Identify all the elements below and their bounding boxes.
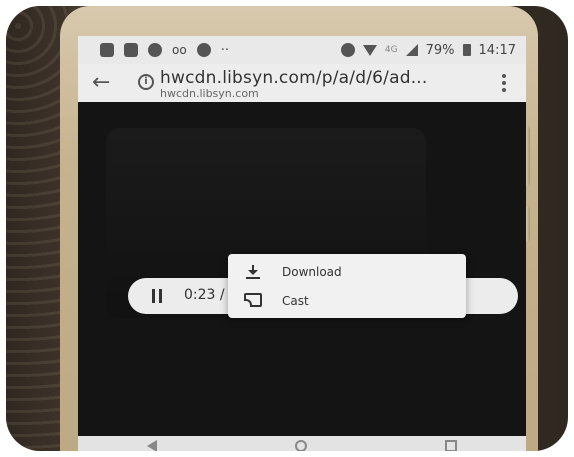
battery-icon	[462, 44, 471, 56]
download-icon	[246, 265, 260, 279]
browser-url-bar: ← i hwcdn.libsyn.com/p/a/d/6/ad... hwcdn…	[78, 64, 526, 102]
wifi-icon	[362, 44, 377, 56]
notification-dot-icon	[196, 43, 211, 57]
url-domain: hwcdn.libsyn.com	[160, 87, 259, 100]
notification-icons: oo ··	[78, 43, 229, 58]
voicemail-icon: oo	[172, 43, 187, 57]
site-info-icon[interactable]: i	[138, 74, 154, 90]
shield-icon	[100, 43, 114, 57]
nav-back-icon[interactable]	[147, 440, 157, 451]
do-not-disturb-icon	[340, 43, 355, 57]
notification-dot-icon	[148, 43, 162, 57]
menu-item-cast[interactable]: Cast	[228, 286, 466, 316]
menu-item-label: Cast	[282, 294, 309, 308]
overflow-menu-icon[interactable]	[502, 74, 506, 95]
system-status: 4G 79% 14:17	[340, 42, 516, 58]
menu-item-download[interactable]: Download	[228, 257, 466, 287]
playback-time: 0:23 /	[184, 287, 225, 303]
pause-icon[interactable]	[152, 289, 162, 303]
back-arrow-icon[interactable]: ←	[92, 70, 110, 95]
photo-frame: oo ·· 4G 79% 14:17 ← i hwcdn.libsyn.com/…	[6, 6, 568, 451]
signal-type-label: 4G	[384, 45, 398, 55]
cast-icon	[244, 293, 262, 307]
nav-home-icon[interactable]	[295, 440, 307, 451]
navigation-bar	[78, 436, 526, 451]
url-text[interactable]: hwcdn.libsyn.com/p/a/d/6/ad...	[160, 68, 428, 88]
status-bar: oo ·· 4G 79% 14:17	[78, 36, 526, 64]
nav-recents-icon[interactable]	[445, 440, 457, 451]
menu-item-label: Download	[282, 265, 342, 279]
phone-screen: oo ·· 4G 79% 14:17 ← i hwcdn.libsyn.com/…	[78, 36, 526, 451]
signal-icon	[405, 44, 418, 56]
clock: 14:17	[478, 42, 516, 58]
more-icon: ··	[220, 42, 229, 58]
app-icon	[124, 43, 138, 57]
battery-percent: 79%	[425, 42, 455, 58]
context-menu: Download Cast	[228, 254, 466, 318]
